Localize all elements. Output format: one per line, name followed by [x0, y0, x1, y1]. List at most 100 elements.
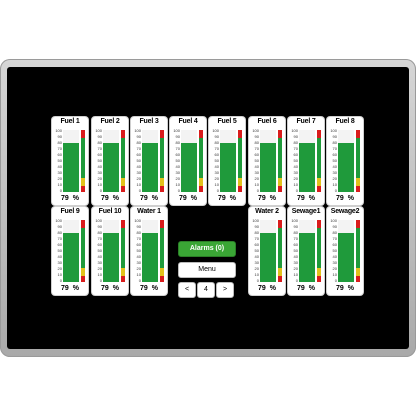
scale-tick-label: 10 — [97, 272, 102, 277]
tank-value: 79 % — [170, 195, 206, 202]
tank-value: 79 % — [288, 195, 324, 202]
tank-level-fill — [260, 233, 276, 282]
tank-value-unit: % — [269, 285, 276, 292]
tank-value-number: 79 — [140, 195, 148, 202]
scale-tick-label: 40 — [254, 254, 259, 259]
tank-level-bar — [142, 130, 158, 192]
alarm-lamp — [356, 178, 360, 186]
alarm-lamp — [199, 138, 203, 178]
tank-widget[interactable]: Fuel 6 100 90 80 70 60 50 40 30 20 10 0 79 % — [249, 117, 285, 205]
tank-level-fill — [142, 143, 158, 192]
scale-tick-label: 60 — [293, 152, 298, 157]
tank-widget[interactable]: Water 2 100 90 80 70 60 50 40 30 20 10 0 79 % — [249, 207, 285, 295]
scale-tick-label: 10 — [293, 272, 298, 277]
scale-tick-label: 40 — [293, 254, 298, 259]
tank-value-number: 79 — [297, 285, 305, 292]
tank-widget[interactable]: Fuel 3 100 90 80 70 60 50 40 30 20 10 0 79 % — [131, 117, 167, 205]
alarm-lamp — [278, 186, 282, 192]
tank-widget[interactable]: Fuel 2 100 90 80 70 60 50 40 30 20 10 0 79 % — [92, 117, 128, 205]
next-page-button[interactable]: > — [216, 282, 234, 298]
scale-tick-label: 0 — [216, 188, 219, 193]
alarm-lamp — [81, 178, 85, 186]
tank-alarm-indicator — [81, 220, 85, 282]
tank-name: Fuel 2 — [100, 118, 120, 125]
scale-tick-label: 90 — [97, 224, 102, 229]
alarms-button[interactable]: Alarms (0) — [178, 241, 236, 257]
scale-tick-label: 20 — [97, 176, 102, 181]
scale-tick-label: 80 — [214, 140, 219, 145]
prev-page-button[interactable]: < — [178, 282, 196, 298]
tank-value-unit: % — [151, 195, 158, 202]
tank-widget[interactable]: Fuel 9 100 90 80 70 60 50 40 30 20 10 0 79 % — [52, 207, 88, 295]
scale-tick-label: 30 — [57, 260, 62, 265]
tank-name: Fuel 8 — [335, 118, 355, 125]
tank-value-unit: % — [347, 285, 354, 292]
tank-widget[interactable]: Sewage2 100 90 80 70 60 50 40 30 20 10 0 79 % — [327, 207, 363, 295]
alarm-lamp — [278, 276, 282, 282]
tank-value-number: 79 — [336, 285, 344, 292]
tank-value-unit: % — [308, 285, 315, 292]
alarm-lamp — [356, 138, 360, 178]
scale-tick-label: 70 — [254, 236, 259, 241]
scale-tick-label: 50 — [97, 158, 102, 163]
alarm-lamp — [81, 186, 85, 192]
scale-tick-label: 30 — [214, 170, 219, 175]
scale-tick-label: 50 — [136, 158, 141, 163]
tank-level-bar — [63, 220, 79, 282]
tank-level-fill — [220, 143, 236, 192]
scale-tick-label: 60 — [254, 242, 259, 247]
tank-level-fill — [299, 233, 315, 282]
tank-scale: 100 90 80 70 60 50 40 30 20 10 0 — [210, 129, 219, 195]
scale-tick-label: 60 — [97, 242, 102, 247]
alarm-lamp — [238, 186, 242, 192]
alarm-lamp — [278, 178, 282, 186]
tank-alarm-indicator — [356, 220, 360, 282]
tank-widget[interactable]: Water 1 100 90 80 70 60 50 40 30 20 10 0 79 % — [131, 207, 167, 295]
tank-alarm-indicator — [238, 130, 242, 192]
scale-tick-label: 10 — [254, 272, 259, 277]
scale-tick-label: 100 — [173, 128, 180, 133]
tank-widget[interactable]: Fuel 5 100 90 80 70 60 50 40 30 20 10 0 79 % — [209, 117, 245, 205]
alarm-lamp — [317, 178, 321, 186]
tank-level-fill — [338, 233, 354, 282]
scale-tick-label: 10 — [175, 182, 180, 187]
scale-tick-label: 70 — [57, 236, 62, 241]
scale-tick-label: 90 — [293, 224, 298, 229]
scale-tick-label: 60 — [254, 152, 259, 157]
tank-level-fill — [338, 143, 354, 192]
tank-widget[interactable]: Fuel 4 100 90 80 70 60 50 40 30 20 10 0 79 % — [170, 117, 206, 205]
tank-scale: 100 90 80 70 60 50 40 30 20 10 0 — [93, 129, 102, 195]
tank-widget[interactable]: Fuel 8 100 90 80 70 60 50 40 30 20 10 0 79 % — [327, 117, 363, 205]
tank-value: 79 % — [327, 285, 363, 292]
tank-value-unit: % — [72, 195, 79, 202]
tank-scale: 100 90 80 70 60 50 40 30 20 10 0 — [132, 129, 141, 195]
scale-tick-label: 0 — [99, 188, 102, 193]
alarm-lamp — [160, 138, 164, 178]
tank-widget[interactable]: Fuel 10 100 90 80 70 60 50 40 30 20 10 0 79 % — [92, 207, 128, 295]
scale-tick-label: 0 — [59, 188, 62, 193]
scale-tick-label: 40 — [175, 164, 180, 169]
alarm-lamp — [160, 220, 164, 228]
menu-button[interactable]: Menu — [178, 262, 236, 278]
scale-tick-label: 70 — [214, 146, 219, 151]
alarm-lamp — [278, 228, 282, 268]
tank-widget[interactable]: Fuel 1 100 90 80 70 60 50 40 30 20 10 0 79 % — [52, 117, 88, 205]
tank-alarm-indicator — [160, 220, 164, 282]
alarm-lamp — [160, 178, 164, 186]
tank-level-bar — [220, 130, 236, 192]
scale-tick-label: 100 — [134, 218, 141, 223]
tank-name: Fuel 1 — [60, 118, 80, 125]
tank-widget[interactable]: Sewage1 100 90 80 70 60 50 40 30 20 10 0 79 % — [288, 207, 324, 295]
tank-alarm-indicator — [317, 220, 321, 282]
scale-tick-label: 30 — [57, 170, 62, 175]
tank-value-unit: % — [229, 195, 236, 202]
scale-tick-label: 80 — [175, 140, 180, 145]
scale-tick-label: 30 — [175, 170, 180, 175]
alarm-lamp — [121, 276, 125, 282]
tank-scale: 100 90 80 70 60 50 40 30 20 10 0 — [93, 219, 102, 285]
tank-level-fill — [103, 143, 119, 192]
alarm-lamp — [160, 130, 164, 138]
tank-widget[interactable]: Fuel 7 100 90 80 70 60 50 40 30 20 10 0 79 % — [288, 117, 324, 205]
alarm-lamp — [317, 138, 321, 178]
scale-tick-label: 10 — [57, 182, 62, 187]
